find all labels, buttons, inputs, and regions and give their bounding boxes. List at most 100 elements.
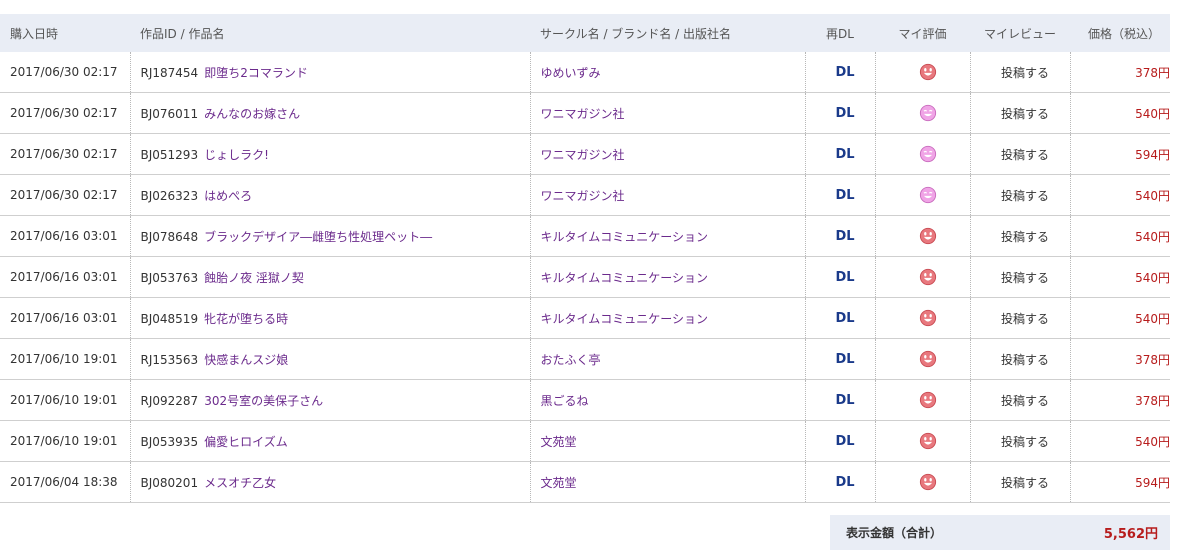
- rating-cell[interactable]: [875, 174, 971, 216]
- circle-link[interactable]: 黒ごるね: [530, 379, 806, 421]
- post-review-link[interactable]: 投稿する: [970, 297, 1071, 339]
- post-review-link[interactable]: 投稿する: [970, 133, 1071, 175]
- work-cell: BJ076011 みんなのお嫁さん: [130, 92, 531, 134]
- table-row: 2017/06/10 19:01 RJ153563 快感まんスジ娘 おたふく亭 DL 投稿…: [0, 338, 1170, 380]
- work-cell: RJ092287 302号室の美保子さん: [130, 379, 531, 421]
- work-title-link[interactable]: 302号室の美保子さん: [204, 394, 323, 408]
- header-review: マイレビュー: [970, 14, 1070, 52]
- rating-cell[interactable]: [875, 133, 971, 175]
- price: 540円: [1070, 215, 1170, 257]
- redownload-button[interactable]: DL: [805, 174, 876, 216]
- work-title-link[interactable]: はめぺろ: [204, 189, 252, 203]
- work-title-link[interactable]: 快感まんスジ娘: [204, 353, 288, 367]
- circle-link[interactable]: おたふく亭: [530, 338, 806, 380]
- circle-link[interactable]: ワニマガジン社: [530, 133, 806, 175]
- happy-face-icon: [919, 268, 937, 286]
- purchase-date: 2017/06/10 19:01: [0, 338, 131, 380]
- price: 540円: [1070, 297, 1170, 339]
- redownload-button[interactable]: DL: [805, 92, 876, 134]
- header-work: 作品ID / 作品名: [130, 14, 530, 52]
- circle-link[interactable]: キルタイムコミュニケーション: [530, 215, 806, 257]
- redownload-button[interactable]: DL: [805, 338, 876, 380]
- work-title-link[interactable]: 蝕胎ノ夜 淫獄ノ契: [204, 271, 304, 285]
- table-row: 2017/06/10 19:01 BJ053935 偏愛ヒロイズム 文苑堂 DL 投稿する…: [0, 420, 1170, 462]
- rating-cell[interactable]: [875, 420, 971, 462]
- price: 594円: [1070, 133, 1170, 175]
- circle-link[interactable]: キルタイムコミュニケーション: [530, 256, 806, 298]
- circle-link[interactable]: キルタイムコミュニケーション: [530, 297, 806, 339]
- work-title-link[interactable]: メスオチ乙女: [204, 476, 276, 490]
- table-header-row: 購入日時 作品ID / 作品名 サークル名 / ブランド名 / 出版社名 再DL…: [0, 14, 1170, 52]
- rating-cell[interactable]: [875, 297, 971, 339]
- redownload-button[interactable]: DL: [805, 256, 876, 298]
- work-id: BJ051293: [140, 147, 199, 162]
- happy-face-icon: [919, 350, 937, 368]
- redownload-button[interactable]: DL: [805, 379, 876, 421]
- table-row: 2017/06/04 18:38 BJ080201 メスオチ乙女 文苑堂 DL 投稿する 5…: [0, 461, 1170, 503]
- work-title-link[interactable]: 偏愛ヒロイズム: [204, 435, 288, 449]
- work-id: BJ076011: [140, 106, 199, 121]
- rating-cell[interactable]: [875, 338, 971, 380]
- work-cell: BJ078648 ブラックデザイア―雌堕ち性処理ペット―: [130, 215, 531, 257]
- redownload-button[interactable]: DL: [805, 461, 876, 503]
- happy-face-icon: [919, 432, 937, 450]
- purchase-date: 2017/06/30 02:17: [0, 133, 131, 175]
- purchase-date: 2017/06/16 03:01: [0, 215, 131, 257]
- happy-face-icon: [919, 63, 937, 81]
- rating-cell[interactable]: [875, 215, 971, 257]
- happy-face-icon: [919, 227, 937, 245]
- post-review-link[interactable]: 投稿する: [970, 256, 1071, 298]
- price: 540円: [1070, 256, 1170, 298]
- work-cell: BJ048519 牝花が堕ちる時: [130, 297, 531, 339]
- price: 540円: [1070, 92, 1170, 134]
- rating-cell[interactable]: [875, 461, 971, 503]
- table-row: 2017/06/16 03:01 BJ053763 蝕胎ノ夜 淫獄ノ契 キルタイムコミ…: [0, 256, 1170, 298]
- smile-face-icon: [919, 104, 937, 122]
- circle-link[interactable]: ゆめいずみ: [530, 52, 806, 93]
- redownload-button[interactable]: DL: [805, 215, 876, 257]
- purchase-date: 2017/06/10 19:01: [0, 420, 131, 462]
- purchase-date: 2017/06/10 19:01: [0, 379, 131, 421]
- post-review-link[interactable]: 投稿する: [970, 379, 1071, 421]
- price: 378円: [1070, 338, 1170, 380]
- redownload-button[interactable]: DL: [805, 297, 876, 339]
- post-review-link[interactable]: 投稿する: [970, 92, 1071, 134]
- work-title-link[interactable]: みんなのお嫁さん: [204, 107, 300, 121]
- post-review-link[interactable]: 投稿する: [970, 420, 1071, 462]
- table-row: 2017/06/16 03:01 BJ078648 ブラックデザイア―雌堕ち性処理ペ…: [0, 215, 1170, 257]
- rating-cell[interactable]: [875, 92, 971, 134]
- redownload-button[interactable]: DL: [805, 52, 876, 93]
- work-title-link[interactable]: 牝花が堕ちる時: [204, 312, 288, 326]
- circle-link[interactable]: 文苑堂: [530, 420, 806, 462]
- work-id: RJ153563: [140, 352, 199, 367]
- post-review-link[interactable]: 投稿する: [970, 461, 1071, 503]
- table-row: 2017/06/30 02:17 RJ187454 即堕ち2コマランド ゆめいずみ DL…: [0, 52, 1170, 93]
- work-cell: BJ026323 はめぺろ: [130, 174, 531, 216]
- purchase-date: 2017/06/16 03:01: [0, 297, 131, 339]
- work-title-link[interactable]: じょしラク!: [204, 148, 269, 162]
- redownload-button[interactable]: DL: [805, 133, 876, 175]
- post-review-link[interactable]: 投稿する: [970, 215, 1071, 257]
- price: 378円: [1070, 52, 1170, 93]
- post-review-link[interactable]: 投稿する: [970, 338, 1071, 380]
- header-date: 購入日時: [0, 14, 130, 52]
- work-cell: BJ053935 偏愛ヒロイズム: [130, 420, 531, 462]
- work-title-link[interactable]: ブラックデザイア―雌堕ち性処理ペット―: [204, 230, 432, 244]
- rating-cell[interactable]: [875, 256, 971, 298]
- work-id: BJ053763: [140, 270, 199, 285]
- rating-cell[interactable]: [875, 379, 971, 421]
- post-review-link[interactable]: 投稿する: [970, 52, 1071, 93]
- work-title-link[interactable]: 即堕ち2コマランド: [204, 66, 308, 80]
- rating-cell[interactable]: [875, 52, 971, 93]
- work-cell: BJ080201 メスオチ乙女: [130, 461, 531, 503]
- redownload-button[interactable]: DL: [805, 420, 876, 462]
- circle-link[interactable]: ワニマガジン社: [530, 92, 806, 134]
- circle-link[interactable]: ワニマガジン社: [530, 174, 806, 216]
- work-cell: RJ153563 快感まんスジ娘: [130, 338, 531, 380]
- work-id: BJ078648: [140, 229, 199, 244]
- purchase-date: 2017/06/04 18:38: [0, 461, 131, 503]
- purchase-date: 2017/06/30 02:17: [0, 174, 131, 216]
- work-id: BJ026323: [140, 188, 199, 203]
- circle-link[interactable]: 文苑堂: [530, 461, 806, 503]
- post-review-link[interactable]: 投稿する: [970, 174, 1071, 216]
